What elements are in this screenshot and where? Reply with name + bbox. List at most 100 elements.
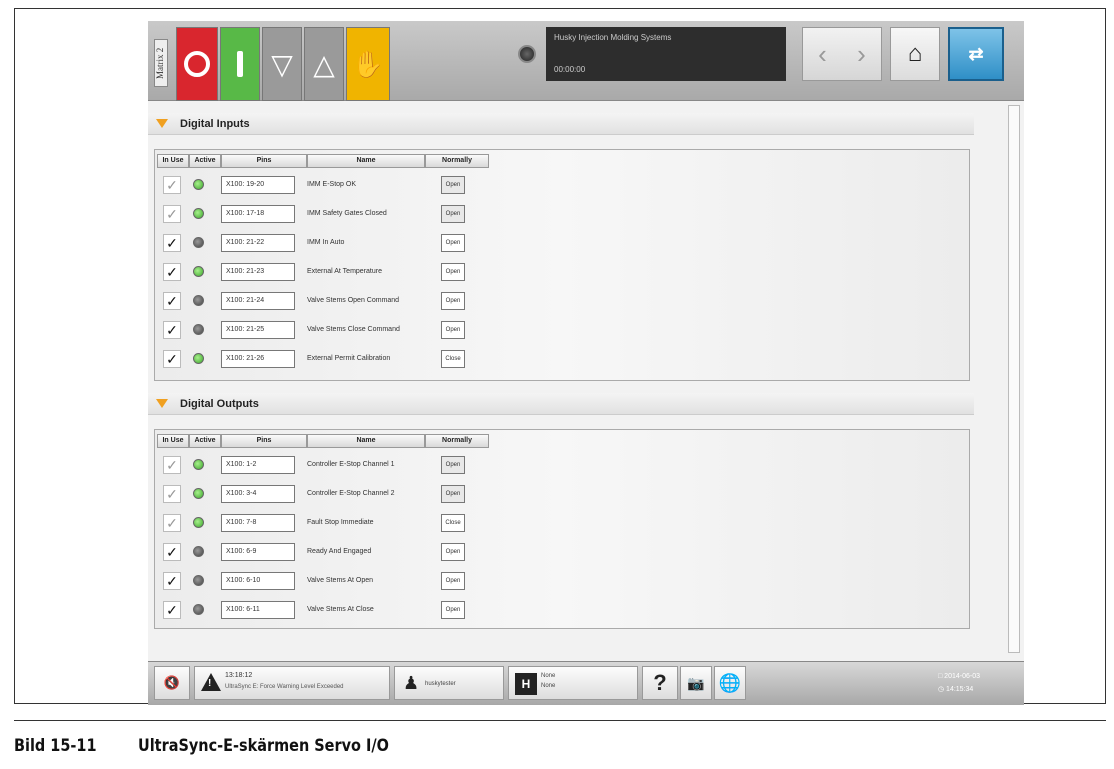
alarm-time: 13:18:12 xyxy=(225,672,253,679)
io-name: IMM E-Stop OK xyxy=(307,181,357,188)
in-use-checkbox[interactable]: ✓ xyxy=(163,350,181,368)
digital-inputs-panel: In Use Active Pins Name Normally ✓ X100:… xyxy=(154,149,970,381)
active-led-icon xyxy=(193,324,204,335)
in-use-checkbox[interactable]: ✓ xyxy=(163,601,181,619)
user-button[interactable]: ♟ huskytester xyxy=(394,666,504,700)
normally-button[interactable]: Open xyxy=(441,456,465,474)
pin-field[interactable]: X100: 21-25 xyxy=(221,321,295,339)
alarm-button[interactable]: ! 13:18:12 UltraSync E: Force Warning Le… xyxy=(194,666,390,700)
col-normally: Normally xyxy=(425,434,489,448)
in-use-checkbox[interactable]: ✓ xyxy=(163,234,181,252)
active-led-icon xyxy=(193,517,204,528)
user-icon: ♟ xyxy=(403,673,420,693)
io-name: Controller E-Stop Channel 2 xyxy=(307,490,395,497)
normally-button[interactable]: Open xyxy=(441,263,465,281)
pin-field[interactable]: X100: 17-18 xyxy=(221,205,295,223)
start-button[interactable] xyxy=(220,27,260,101)
in-use-checkbox[interactable]: ✓ xyxy=(163,514,181,532)
table-row: ✓ X100: 21-26 External Permit Calibratio… xyxy=(155,348,495,372)
active-led-icon xyxy=(193,179,204,190)
normally-button[interactable]: Open xyxy=(441,601,465,619)
language-button[interactable]: 🌐 xyxy=(714,666,746,700)
mold-line-2: None xyxy=(541,683,556,689)
home-button[interactable]: ⌂ xyxy=(890,27,940,81)
io-name: External At Temperature xyxy=(307,268,382,275)
help-button[interactable]: ? xyxy=(642,666,678,700)
io-name: Valve Stems Close Command xyxy=(307,326,400,333)
collapse-triangle-icon xyxy=(156,399,168,408)
io-name: IMM Safety Gates Closed xyxy=(307,210,387,217)
normally-button[interactable]: Open xyxy=(441,234,465,252)
mold-button[interactable]: H None None xyxy=(508,666,638,700)
in-use-checkbox[interactable]: ✓ xyxy=(163,456,181,474)
screenshot-button[interactable]: 📷 xyxy=(680,666,712,700)
normally-button[interactable]: Open xyxy=(441,572,465,590)
globe-icon: 🌐 xyxy=(718,672,742,693)
normally-button[interactable]: Open xyxy=(441,485,465,503)
pin-field[interactable]: X100: 3-4 xyxy=(221,485,295,503)
step-down-button[interactable]: ▽ xyxy=(262,27,302,101)
normally-button[interactable]: Open xyxy=(441,543,465,561)
matrix-tab[interactable]: Matrix 2 xyxy=(154,39,168,87)
step-up-button[interactable]: △ xyxy=(304,27,344,101)
active-led-icon xyxy=(193,546,204,557)
normally-button[interactable]: Close xyxy=(441,350,465,368)
in-use-checkbox[interactable]: ✓ xyxy=(163,205,181,223)
in-use-checkbox[interactable]: ✓ xyxy=(163,176,181,194)
stop-button[interactable] xyxy=(176,27,218,101)
table-row: ✓ X100: 21-24 Valve Stems Open Command O… xyxy=(155,290,495,314)
mold-icon: H xyxy=(515,673,537,695)
col-name: Name xyxy=(307,434,425,448)
mute-button[interactable]: 🔇 xyxy=(154,666,190,700)
active-led-icon xyxy=(193,353,204,364)
pin-field[interactable]: X100: 7-8 xyxy=(221,514,295,532)
in-use-checkbox[interactable]: ✓ xyxy=(163,572,181,590)
active-led-icon xyxy=(193,488,204,499)
io-name: Ready And Engaged xyxy=(307,548,372,555)
digital-inputs-header[interactable]: Digital Inputs xyxy=(148,113,974,135)
in-use-checkbox[interactable]: ✓ xyxy=(163,292,181,310)
figure-caption: UltraSync-E-skärmen Servo I/O xyxy=(138,736,389,756)
pin-field[interactable]: X100: 21-22 xyxy=(221,234,295,252)
pin-field[interactable]: X100: 6-11 xyxy=(221,601,295,619)
io-name: Valve Stems At Open xyxy=(307,577,374,584)
back-arrow-icon[interactable]: ‹ xyxy=(818,39,827,70)
user-name: huskytester xyxy=(425,681,456,687)
figure-frame: Matrix 2 ▽ △ ✋ Husky Injection Molding S… xyxy=(14,8,1106,705)
normally-button[interactable]: Open xyxy=(441,321,465,339)
table-row: ✓ X100: 21-22 IMM In Auto Open xyxy=(155,232,495,256)
io-screen-button[interactable]: ⇄ xyxy=(948,27,1004,81)
normally-button[interactable]: Open xyxy=(441,292,465,310)
normally-button[interactable]: Open xyxy=(441,205,465,223)
start-icon xyxy=(237,51,243,77)
scrollbar[interactable] xyxy=(1008,105,1020,653)
status-display[interactable]: Husky Injection Molding Systems 00:00:00 xyxy=(546,27,786,81)
in-use-checkbox[interactable]: ✓ xyxy=(163,543,181,561)
io-name: Valve Stems Open Command xyxy=(307,297,400,304)
normally-button[interactable]: Close xyxy=(441,514,465,532)
mold-line-1: None xyxy=(541,673,556,679)
io-name: Valve Stems At Close xyxy=(307,606,374,613)
io-name: External Permit Calibration xyxy=(307,355,391,362)
active-led-icon xyxy=(193,208,204,219)
digital-outputs-header[interactable]: Digital Outputs xyxy=(148,393,974,415)
pin-field[interactable]: X100: 6-10 xyxy=(221,572,295,590)
pin-field[interactable]: X100: 6-9 xyxy=(221,543,295,561)
active-led-icon xyxy=(193,604,204,615)
in-use-checkbox[interactable]: ✓ xyxy=(163,485,181,503)
in-use-checkbox[interactable]: ✓ xyxy=(163,263,181,281)
table-row: ✓ X100: 6-10 Valve Stems At Open Open xyxy=(155,570,495,594)
forward-arrow-icon[interactable]: › xyxy=(857,39,866,70)
pin-field[interactable]: X100: 21-23 xyxy=(221,263,295,281)
normally-button[interactable]: Open xyxy=(441,176,465,194)
active-led-icon xyxy=(193,459,204,470)
hmi-screen: Matrix 2 ▽ △ ✋ Husky Injection Molding S… xyxy=(148,21,1024,717)
pin-field[interactable]: X100: 21-26 xyxy=(221,350,295,368)
collapse-triangle-icon xyxy=(156,119,168,128)
pin-field[interactable]: X100: 19-20 xyxy=(221,176,295,194)
pin-field[interactable]: X100: 21-24 xyxy=(221,292,295,310)
col-normally: Normally xyxy=(425,154,489,168)
in-use-checkbox[interactable]: ✓ xyxy=(163,321,181,339)
pin-field[interactable]: X100: 1-2 xyxy=(221,456,295,474)
manual-mode-button[interactable]: ✋ xyxy=(346,27,390,101)
